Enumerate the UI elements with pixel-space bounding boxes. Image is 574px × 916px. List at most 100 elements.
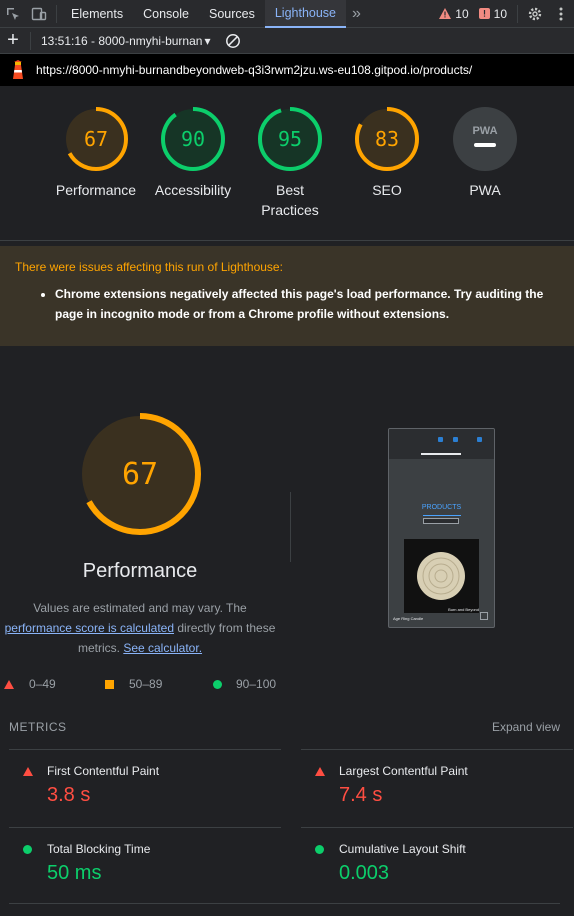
new-report-button[interactable]: + xyxy=(0,27,26,55)
screenshot-banner xyxy=(421,453,461,455)
legend-range-fail: 0–49 xyxy=(29,677,56,691)
final-screenshot[interactable]: PRODUCTS Burn and Beyond Age Ring Candle xyxy=(388,428,495,628)
tabbar-separator xyxy=(56,4,57,23)
devtools-tabbar: Elements Console Sources Lighthouse » 10… xyxy=(0,0,574,28)
inspect-element-icon[interactable] xyxy=(0,0,26,28)
score-calculation-link[interactable]: performance score is calculated xyxy=(5,621,174,635)
warnings-count: 10 xyxy=(455,6,469,21)
see-calculator-link[interactable]: See calculator. xyxy=(123,641,202,655)
average-square-icon xyxy=(105,680,114,689)
legend-range-average: 50–89 xyxy=(129,677,163,691)
warning-title: There were issues affecting this run of … xyxy=(15,260,283,274)
score-gauges: 67 Performance 90 Accessibility 95 Best … xyxy=(0,86,574,241)
device-toolbar-icon[interactable] xyxy=(26,0,52,28)
tab-console[interactable]: Console xyxy=(133,0,199,28)
gauge-ring: 95 xyxy=(258,107,322,171)
gauge-score: 90 xyxy=(181,127,205,151)
gauge-best-practices[interactable]: 95 Best Practices xyxy=(240,106,340,220)
gauge-ring: 83 xyxy=(355,107,419,171)
tabbar-separator xyxy=(517,4,518,23)
gauge-pwa[interactable]: PWA PWA xyxy=(435,106,535,200)
nav-dot-icon xyxy=(477,437,482,442)
nav-dot-icon xyxy=(438,437,443,442)
performance-title: Performance xyxy=(82,560,198,582)
gauge-score: 95 xyxy=(278,127,302,151)
metric-name: Total Blocking Time xyxy=(47,842,151,856)
gauge-ring: 90 xyxy=(161,107,225,171)
more-tabs-button[interactable]: » xyxy=(346,0,367,28)
report-url[interactable]: https://8000-nmyhi-burnandbeyondweb-q3i3… xyxy=(36,63,472,77)
gauge-ring: 67 xyxy=(64,107,128,171)
errors-count: 10 xyxy=(493,6,507,21)
screenshot-select xyxy=(423,518,459,524)
warnings-counter[interactable]: 10 xyxy=(439,6,469,21)
pwa-badge-text: PWA xyxy=(472,125,497,137)
report-url-bar: https://8000-nmyhi-burnandbeyondweb-q3i3… xyxy=(0,54,574,86)
errors-counter[interactable]: 10 xyxy=(478,6,507,21)
vertical-divider xyxy=(290,492,291,562)
fail-triangle-icon xyxy=(315,767,325,776)
metrics-title: METRICS xyxy=(9,720,67,734)
metric-value: 0.003 xyxy=(339,862,390,884)
pass-circle-icon xyxy=(315,845,324,854)
metric-name: First Contentful Paint xyxy=(47,764,160,778)
nav-dot-icon xyxy=(453,437,458,442)
warning-item: Chrome extensions negatively affected th… xyxy=(55,284,559,324)
gauge-label: Best Practices xyxy=(261,182,319,218)
screenshot-footer: Age Ring Candle xyxy=(393,616,424,621)
metric-total-blocking-time: Total Blocking Time 50 ms xyxy=(9,827,281,903)
metrics-header: METRICS Expand view xyxy=(9,720,560,734)
tab-elements[interactable]: Elements xyxy=(61,0,133,28)
lighthouse-warning-box: There were issues affecting this run of … xyxy=(0,246,574,346)
performance-gauge: 67 xyxy=(78,412,202,539)
screenshot-product-image xyxy=(404,539,479,613)
gauge-label: SEO xyxy=(372,182,402,198)
metric-largest-contentful-paint: Largest Contentful Paint 7.4 s xyxy=(301,749,573,827)
performance-gauge-ring: 67 xyxy=(79,413,201,535)
toolbar-separator xyxy=(30,31,31,50)
issue-icon xyxy=(478,8,490,19)
chevron-down-icon: ▾ xyxy=(204,33,211,48)
gauge-label: Performance xyxy=(55,182,137,198)
metric-name: Cumulative Layout Shift xyxy=(339,842,466,856)
performance-note: Values are estimated and may vary. The p… xyxy=(0,598,280,658)
metric-first-contentful-paint: First Contentful Paint 3.8 s xyxy=(9,749,281,827)
gauge-score: 83 xyxy=(375,127,399,151)
metric-cumulative-layout-shift: Cumulative Layout Shift 0.003 xyxy=(301,827,573,903)
metric-value: 3.8 s xyxy=(47,784,91,806)
settings-gear-icon[interactable] xyxy=(522,0,548,28)
metric-value: 50 ms xyxy=(47,862,102,884)
fail-triangle-icon xyxy=(23,767,33,776)
report-selector-label: 13:51:16 - 8000-nmyhi-burnan xyxy=(41,33,203,48)
warning-list: Chrome extensions negatively affected th… xyxy=(15,284,559,324)
gauge-label: Accessibility xyxy=(154,182,232,198)
note-text: Values are estimated and may vary. The xyxy=(33,601,247,615)
tab-sources[interactable]: Sources xyxy=(199,0,265,28)
warning-icon xyxy=(439,8,452,19)
gauge-score: 67 xyxy=(84,127,108,151)
heading-underline xyxy=(423,515,461,516)
screenshot-heading: PRODUCTS xyxy=(421,504,462,511)
report-toolbar: + 13:51:16 - 8000-nmyhi-burnan ▾ xyxy=(0,28,574,54)
performance-score: 67 xyxy=(122,457,158,492)
clear-icon[interactable] xyxy=(220,27,246,55)
screenshot-button xyxy=(480,612,488,620)
gauge-seo[interactable]: 83 SEO xyxy=(337,106,437,200)
pass-circle-icon xyxy=(213,680,222,689)
pass-circle-icon xyxy=(23,845,32,854)
more-options-icon[interactable] xyxy=(548,0,574,28)
pwa-badge-icon: PWA xyxy=(453,107,517,171)
gauge-accessibility[interactable]: 90 Accessibility xyxy=(143,106,243,200)
fail-triangle-icon xyxy=(4,680,14,689)
tab-lighthouse[interactable]: Lighthouse xyxy=(264,0,347,28)
legend-range-pass: 90–100 xyxy=(236,677,277,691)
report-selector[interactable]: 13:51:16 - 8000-nmyhi-burnan ▾ xyxy=(41,34,210,48)
metric-name: Largest Contentful Paint xyxy=(339,764,468,778)
metrics-bottom-divider xyxy=(9,903,560,904)
expand-view-toggle[interactable]: Expand view xyxy=(492,720,560,734)
metric-value: 7.4 s xyxy=(339,784,383,806)
gauge-label: PWA xyxy=(469,182,501,198)
screenshot-caption: Burn and Beyond xyxy=(448,607,479,612)
lighthouse-logo-icon xyxy=(0,59,36,81)
gauge-performance[interactable]: 67 Performance xyxy=(46,106,146,200)
